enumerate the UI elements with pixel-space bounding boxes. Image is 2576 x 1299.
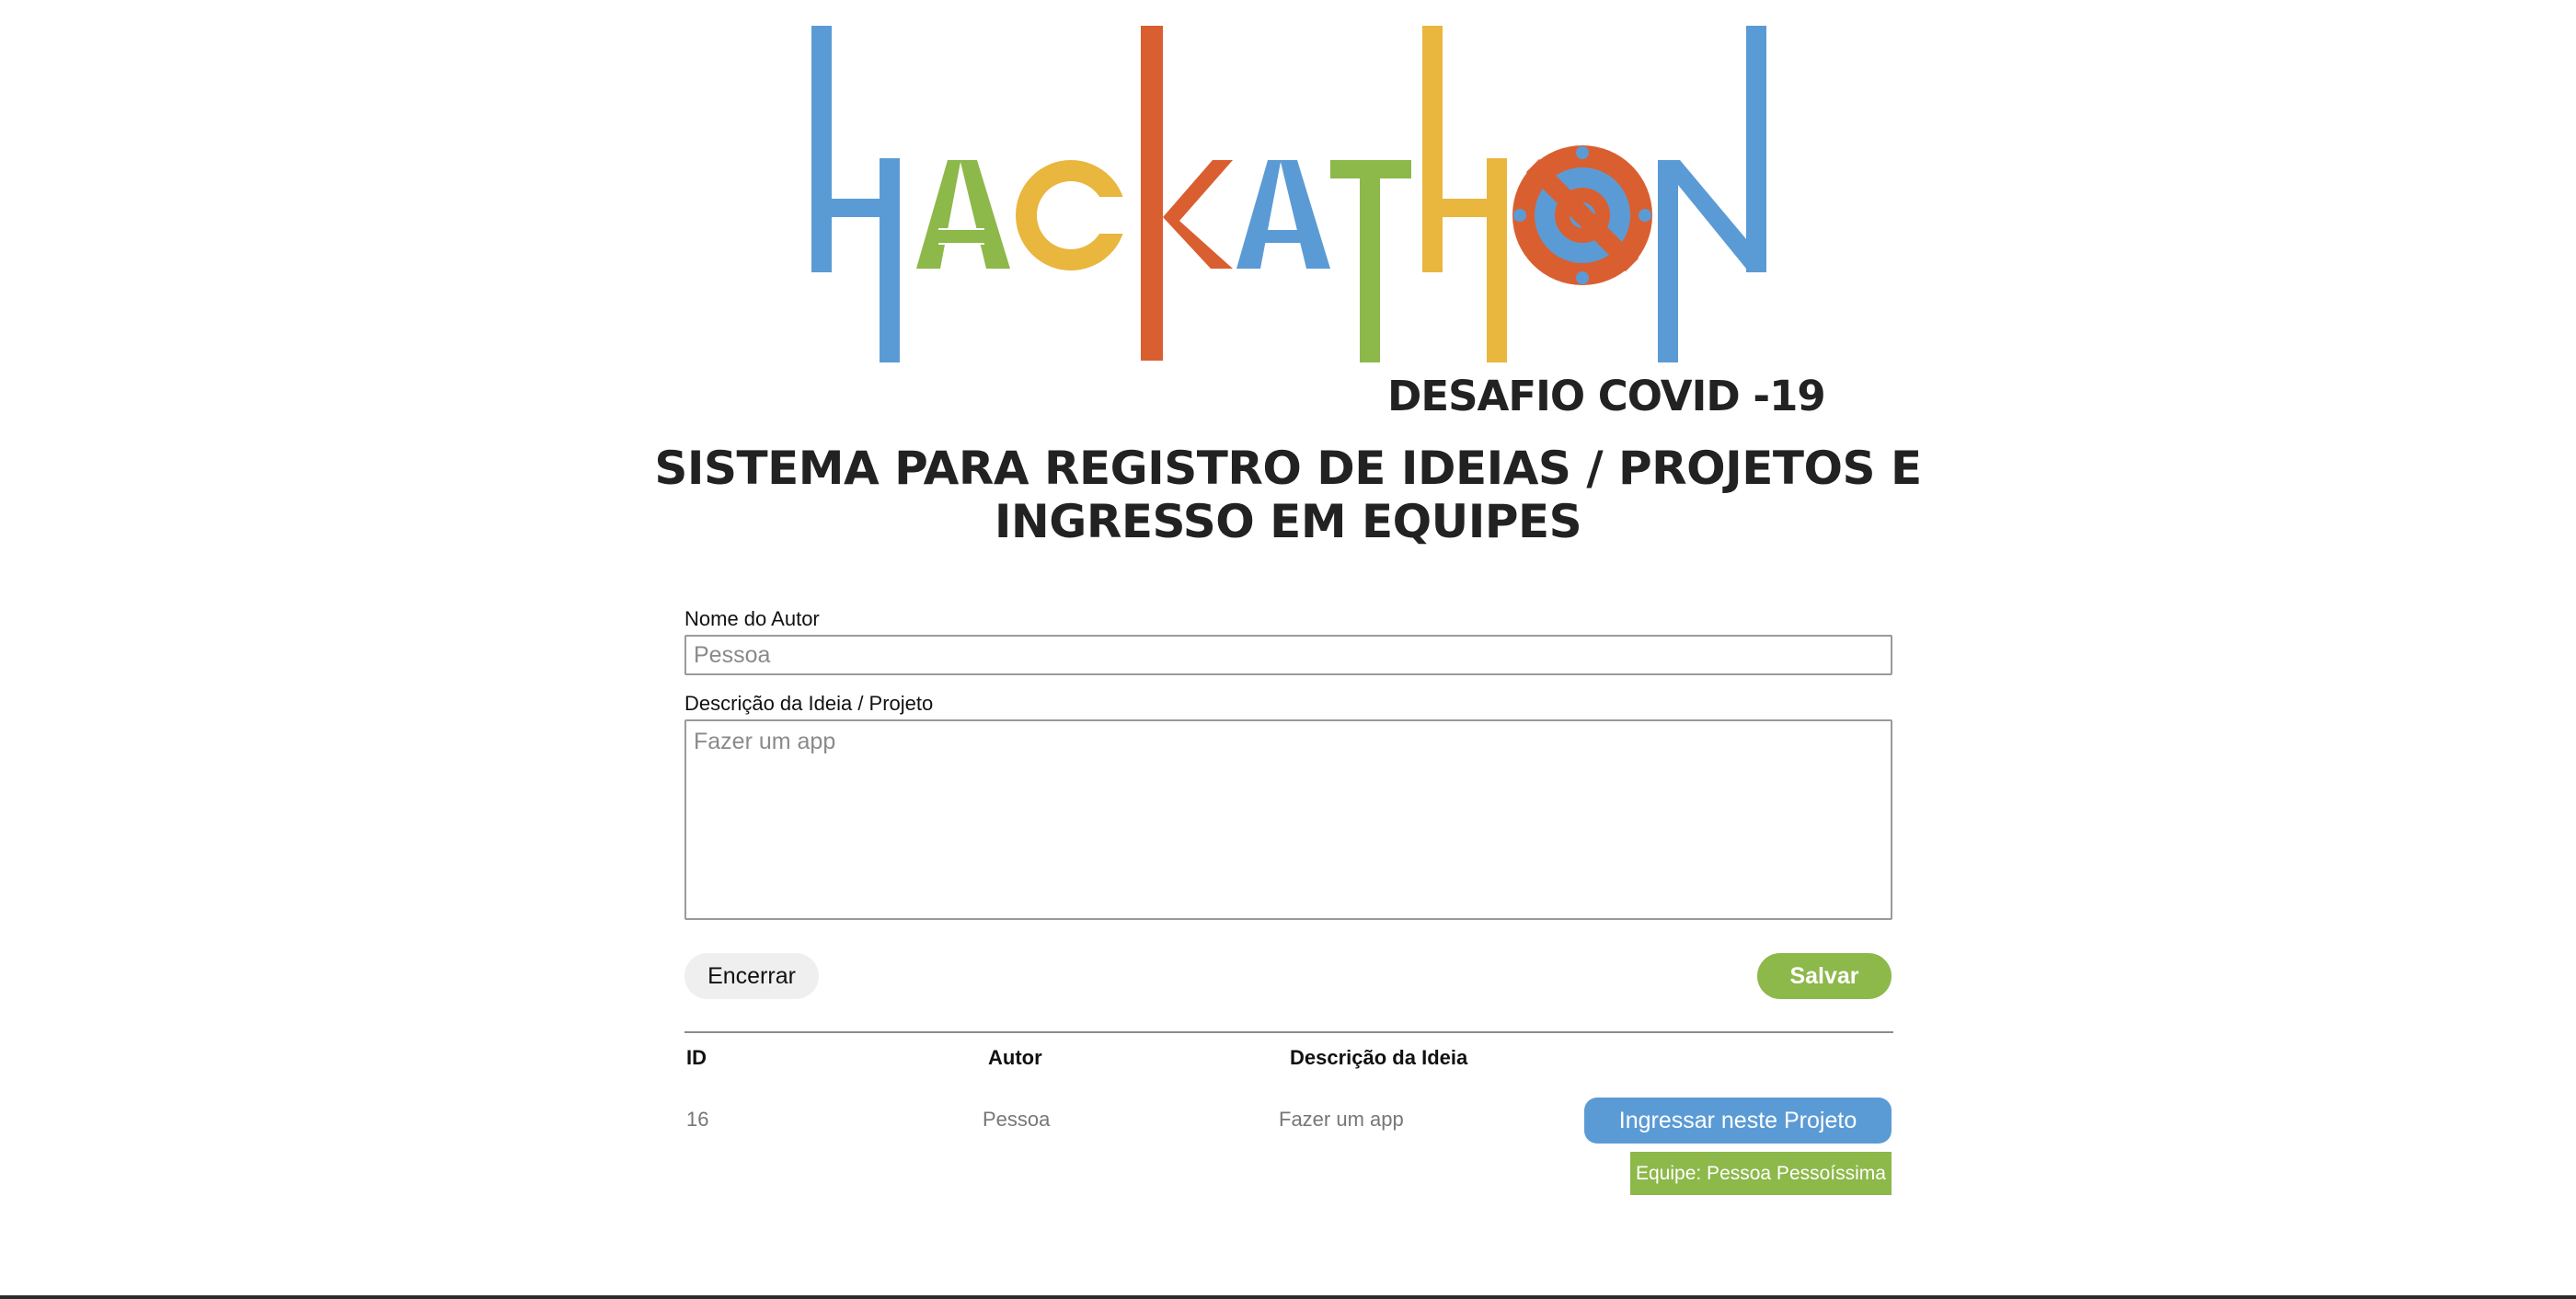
end-button[interactable]: Encerrar xyxy=(684,953,819,999)
logo-letter-c xyxy=(1016,160,1141,270)
logo-letter-n xyxy=(1658,26,1766,362)
author-name-label: Nome do Autor xyxy=(684,607,820,630)
logo-letter-t xyxy=(1330,160,1411,362)
bottom-bar xyxy=(0,1295,2576,1299)
table-header-author: Autor xyxy=(988,1046,1042,1069)
logo-letter-a1 xyxy=(916,160,1010,269)
row-author: Pessoa xyxy=(983,1108,1051,1131)
table-header-description: Descrição da Ideia xyxy=(1290,1046,1468,1069)
description-label: Descrição da Ideia / Projeto xyxy=(684,692,934,715)
row-description: Fazer um app xyxy=(1279,1108,1404,1131)
logo-letter-a2 xyxy=(1236,160,1330,269)
team-badge: Equipe: Pessoa Pessoíssima xyxy=(1630,1152,1892,1195)
logo-letter-k xyxy=(1141,26,1233,361)
logo-letter-h2 xyxy=(1422,26,1507,362)
author-name-input[interactable] xyxy=(684,635,1892,675)
save-button[interactable]: Salvar xyxy=(1757,953,1892,999)
logo-no-virus-sign xyxy=(1512,145,1652,285)
logo-letter-h1 xyxy=(811,26,900,362)
row-id: 16 xyxy=(686,1108,709,1131)
join-project-button[interactable]: Ingressar neste Projeto xyxy=(1584,1098,1892,1144)
page-title: SISTEMA PARA REGISTRO DE IDEIAS / PROJET… xyxy=(654,442,1922,548)
table-header-id: ID xyxy=(686,1046,707,1069)
logo-subtitle: DESAFIO COVID -19 xyxy=(1387,372,1826,420)
hackathon-logo-image xyxy=(811,26,1766,362)
description-textarea[interactable] xyxy=(684,719,1892,920)
table-divider xyxy=(684,1031,1893,1033)
